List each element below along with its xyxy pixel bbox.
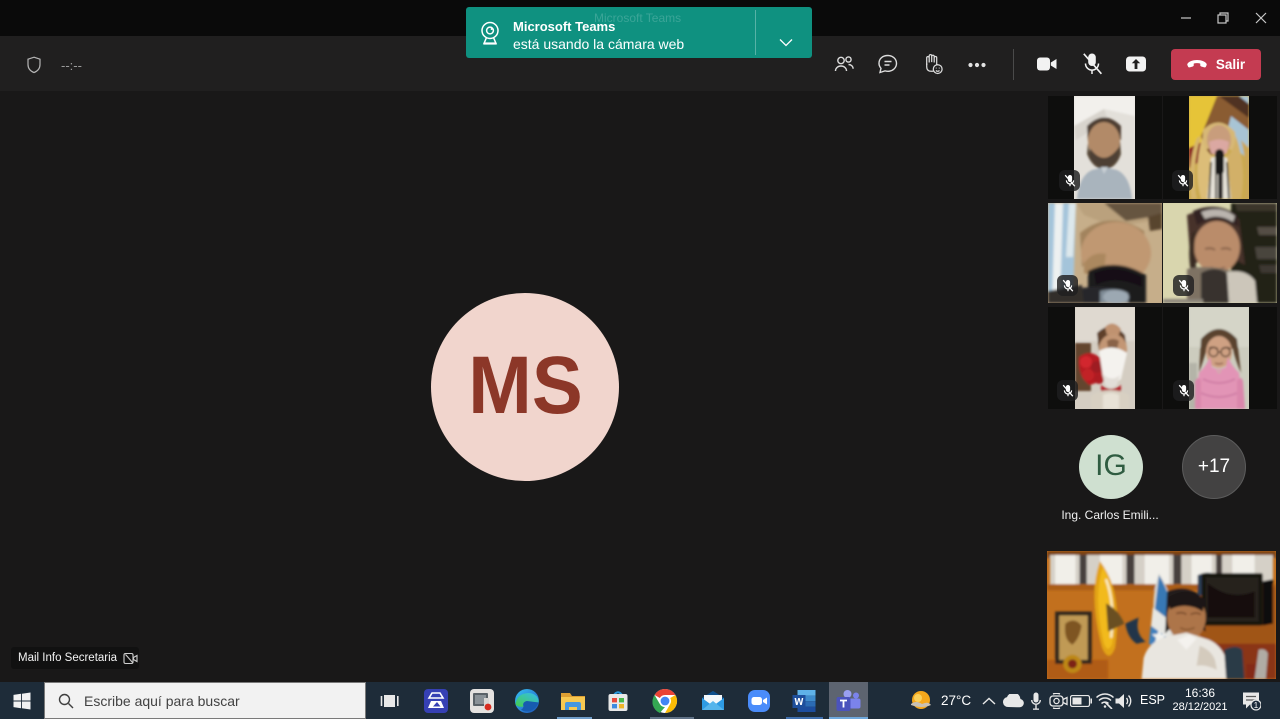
svg-text:1: 1: [1254, 701, 1259, 710]
